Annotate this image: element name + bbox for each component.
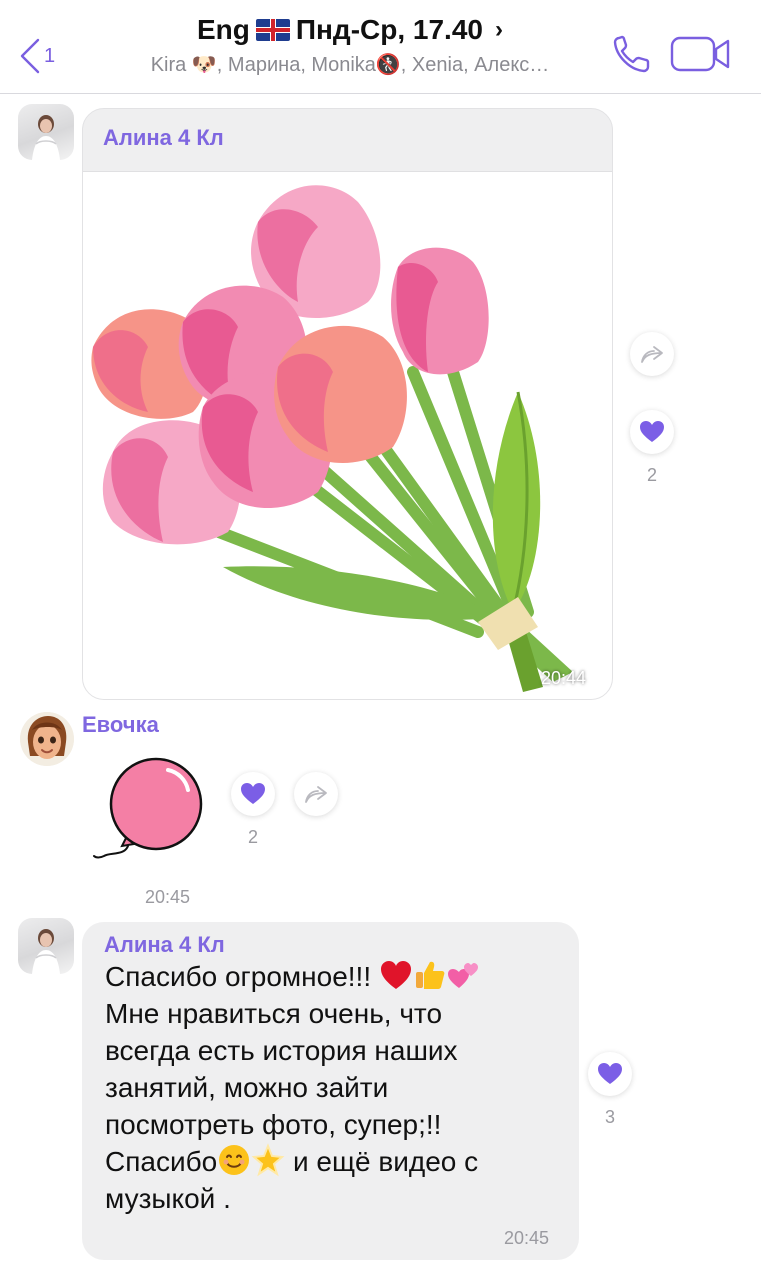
uk-flag-icon (255, 19, 290, 41)
heart-icon (598, 1063, 622, 1084)
forward-button[interactable] (630, 332, 674, 376)
avatar[interactable] (20, 712, 74, 766)
thumbs-up-emoji (415, 961, 445, 989)
unread-count: 1 (44, 44, 56, 67)
user-photo (32, 929, 60, 974)
chat-title: Eng Пнд-Ср, 17.40 › (197, 14, 503, 46)
chat-participants: Kira 🐶, Марина, Monika🚷, Xenia, Алекс… (150, 54, 550, 76)
call-button[interactable] (610, 32, 654, 76)
video-call-button[interactable] (670, 32, 732, 76)
balloon-image (93, 757, 203, 859)
glowing-star-emoji (251, 1143, 285, 1177)
avatar[interactable] (18, 918, 74, 974)
message-line: посмотреть фото, супер;!! (105, 1109, 442, 1140)
message-line: Мне нравиться очень, что (105, 998, 443, 1029)
message-time: 20:45 (504, 1228, 550, 1248)
sender-name: Евочка (82, 712, 159, 737)
message-line: Спасибо и ещё видео с (105, 1143, 565, 1180)
message-time: 20:44 (541, 668, 587, 688)
forward-button[interactable] (294, 772, 338, 816)
reaction-button[interactable] (630, 410, 674, 454)
user-photo (32, 115, 60, 160)
message-line: занятий, можно зайти (105, 1072, 389, 1103)
reaction-button[interactable] (231, 772, 275, 816)
reaction-button[interactable] (588, 1052, 632, 1096)
tulip-bouquet-image (91, 185, 573, 692)
back-button[interactable]: 1 (18, 36, 62, 76)
chevron-right-icon: › (494, 16, 503, 43)
pink-balloon-sticker[interactable] (90, 752, 210, 864)
share-arrow-icon (641, 346, 663, 363)
chevron-left-icon (20, 38, 40, 74)
chat-header: 1 Eng Пнд-Ср, 17.40 › Kira 🐶, Марина, Mo… (0, 0, 761, 94)
heart-icon (640, 421, 664, 442)
share-arrow-icon (305, 786, 327, 803)
avatar[interactable] (18, 104, 74, 160)
smiling-face-emoji (219, 1145, 250, 1175)
image-message-bubble[interactable]: Алина 4 Кл 20:44 (82, 108, 613, 700)
phone-icon (613, 35, 650, 73)
message-time: 20:45 (145, 887, 191, 907)
message-line: всегда есть история наших (105, 1035, 458, 1066)
chat-title-suffix: Пнд-Ср, 17.40 (295, 14, 483, 45)
message-line: музыкой . (105, 1183, 231, 1214)
tulip-bouquet-sticker[interactable]: 20:44 (83, 171, 612, 699)
chat-title-area[interactable]: Eng Пнд-Ср, 17.40 › Kira 🐶, Марина, Moni… (110, 14, 590, 77)
chat-title-prefix: Eng (197, 14, 250, 45)
heart-icon (241, 783, 265, 804)
reaction-count: 3 (604, 1107, 615, 1127)
sender-name: Алина 4 Кл (104, 932, 225, 957)
red-heart-emoji (380, 961, 411, 989)
message-text: Спасибо огромное!!! Мне нравиться очень,… (105, 958, 565, 1217)
reaction-count: 2 (247, 827, 258, 847)
sender-name: Алина 4 Кл (103, 125, 224, 150)
video-camera-icon (670, 36, 730, 72)
message-line: Спасибо огромное!!! (105, 958, 565, 995)
two-hearts-emoji (447, 963, 478, 988)
memoji-avatar (20, 712, 74, 766)
reaction-count: 2 (646, 465, 657, 485)
